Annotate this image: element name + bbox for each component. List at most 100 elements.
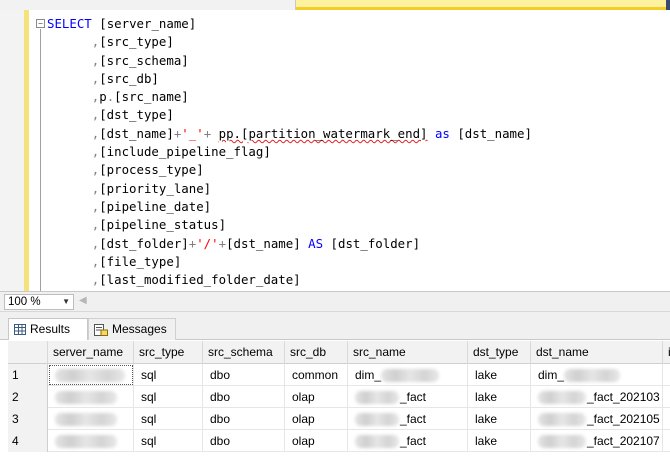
code-token: [dst_folder] (323, 235, 421, 251)
code-token: + (203, 125, 219, 141)
cell-src-type[interactable]: sql (134, 386, 203, 408)
code-line[interactable]: ,[src_schema] (47, 52, 532, 70)
code-text[interactable]: SELECT [server_name] ,[src_type] ,[src_s… (47, 15, 532, 289)
cell-src-db[interactable]: olap (285, 430, 348, 452)
code-line[interactable]: ,[pipeline_status] (47, 216, 532, 234)
table-row[interactable]: 1 sql dbo common dim_ lake dim_ (8, 364, 670, 386)
code-token: SELECT (47, 16, 92, 31)
row-number[interactable]: 4 (8, 430, 48, 452)
cell-dst-type[interactable]: lake (468, 386, 531, 408)
collapse-icon[interactable]: − (36, 19, 45, 28)
cell-src-schema[interactable]: dbo (203, 408, 285, 430)
zoom-select[interactable]: 100 % ▼ (4, 294, 74, 310)
cell-text: sql (141, 434, 157, 448)
cell-src-db[interactable]: olap (285, 386, 348, 408)
code-line[interactable]: ,[pipeline_date] (47, 198, 532, 216)
cell-server-name[interactable] (48, 430, 134, 452)
chevron-down-icon[interactable]: ▼ (62, 295, 70, 309)
cell-text: dbo (210, 368, 231, 382)
table-row[interactable]: 2 sql dbo olap _fact lake _fact_202103 (8, 386, 670, 408)
cell-text: dim_ (355, 368, 382, 382)
column-header-dst-type[interactable]: dst_type (468, 341, 531, 364)
cell-src-name[interactable]: dim_ (348, 364, 468, 386)
code-token: '/' (196, 235, 219, 251)
column-header-dst-name[interactable]: dst_name (531, 341, 663, 364)
cell-dst-name[interactable]: _fact_202107 (531, 430, 663, 452)
cell-src-schema[interactable]: dbo (203, 364, 285, 386)
code-token: , (47, 253, 100, 269)
cell-dst-type[interactable]: lake (468, 408, 531, 430)
scroll-left-icon[interactable]: ◀ (79, 295, 87, 306)
cell-src-type[interactable]: sql (134, 408, 203, 430)
cell-dst-name[interactable]: dim_ (531, 364, 663, 386)
column-header-src-type[interactable]: src_type (134, 341, 203, 364)
row-number[interactable]: 1 (8, 364, 48, 386)
active-document-tab[interactable] (296, 0, 666, 10)
cell-src-schema[interactable]: dbo (203, 386, 285, 408)
redacted-region (564, 369, 621, 383)
code-token: [dst_name] (449, 125, 532, 141)
code-line[interactable]: ,[last_modified_folder_date] (47, 271, 532, 289)
code-token: , (47, 52, 100, 68)
cell-server-name[interactable] (48, 386, 134, 408)
column-header-src-db[interactable]: src_db (285, 341, 348, 364)
code-line[interactable]: ,[include_pipeline_flag] (47, 143, 532, 161)
column-header-i[interactable]: i (663, 341, 670, 364)
cell-src-type[interactable]: sql (134, 430, 203, 452)
column-header-src-name[interactable]: src_name (348, 341, 468, 364)
code-line[interactable]: ,[dst_type] (47, 106, 532, 124)
cell-src-name[interactable]: _fact (348, 408, 468, 430)
code-line[interactable]: ,[dst_name]+'_'+ pp.[partition_watermark… (47, 125, 532, 143)
row-number[interactable]: 3 (8, 408, 48, 430)
cell-server-name[interactable] (48, 364, 134, 386)
cell-dst-name[interactable]: _fact_202105 (531, 408, 663, 430)
cell-dst-name[interactable]: _fact_202103 (531, 386, 663, 408)
column-header-server-name[interactable]: server_name (48, 341, 134, 364)
grid-icon (14, 324, 26, 336)
cell-dst-type[interactable]: lake (468, 430, 531, 452)
editor-margin (0, 10, 24, 291)
code-line[interactable]: ,[dst_folder]+'/'+[dst_name] AS [dst_fol… (47, 235, 532, 253)
sql-editor[interactable]: − SELECT [server_name] ,[src_type] ,[src… (0, 10, 670, 291)
table-row[interactable]: 4 sql dbo olap _fact lake _fact_202107 (8, 430, 670, 452)
cell-server-name[interactable] (48, 408, 134, 430)
code-line[interactable]: ,[priority_lane] (47, 180, 532, 198)
cell-text: _fact_202105 (587, 412, 660, 426)
tab-messages[interactable]: Messages (88, 318, 176, 340)
tab-messages-label: Messages (112, 322, 167, 336)
cell-src-type[interactable]: sql (134, 364, 203, 386)
redacted-region (55, 369, 125, 383)
code-line[interactable]: ,[src_type] (47, 33, 532, 51)
results-grid[interactable]: server_name src_type src_schema src_db src_n… (8, 341, 670, 460)
code-line[interactable]: ,p.[src_name] (47, 88, 532, 106)
cell-dst-type[interactable]: lake (468, 364, 531, 386)
cell-src-db[interactable]: common (285, 364, 348, 386)
cell-text: _fact (400, 434, 427, 448)
redacted-region (538, 413, 586, 427)
code-token: [dst_folder] (99, 235, 189, 251)
code-token: , (47, 144, 100, 160)
code-token: [pipeline_status] (99, 217, 227, 233)
cell-text: olap (292, 412, 315, 426)
redacted-region (381, 369, 440, 383)
cell-src-schema[interactable]: dbo (203, 430, 285, 452)
column-header-src-schema[interactable]: src_schema (203, 341, 285, 364)
code-line[interactable]: ,[process_type] (47, 161, 532, 179)
tab-results[interactable]: Results (8, 318, 88, 340)
code-line[interactable]: ,[file_type] (47, 253, 532, 271)
cell-text: sql (141, 390, 157, 404)
code-line[interactable]: SELECT [server_name] (47, 15, 532, 33)
code-token: , (47, 180, 100, 196)
grid-corner[interactable] (8, 341, 48, 364)
table-row[interactable]: 3 sql dbo olap _fact lake _fact_202105 (8, 408, 670, 430)
cell-src-name[interactable]: _fact (348, 430, 468, 452)
cell-text: lake (475, 368, 498, 382)
cell-src-name[interactable]: _fact (348, 386, 468, 408)
row-number[interactable]: 2 (8, 386, 48, 408)
cell-text: _fact_202107 (587, 434, 660, 448)
cell-src-db[interactable]: olap (285, 408, 348, 430)
outline-guide (40, 29, 41, 291)
code-line[interactable]: ,[src_db] (47, 70, 532, 88)
document-tab[interactable] (0, 0, 296, 10)
